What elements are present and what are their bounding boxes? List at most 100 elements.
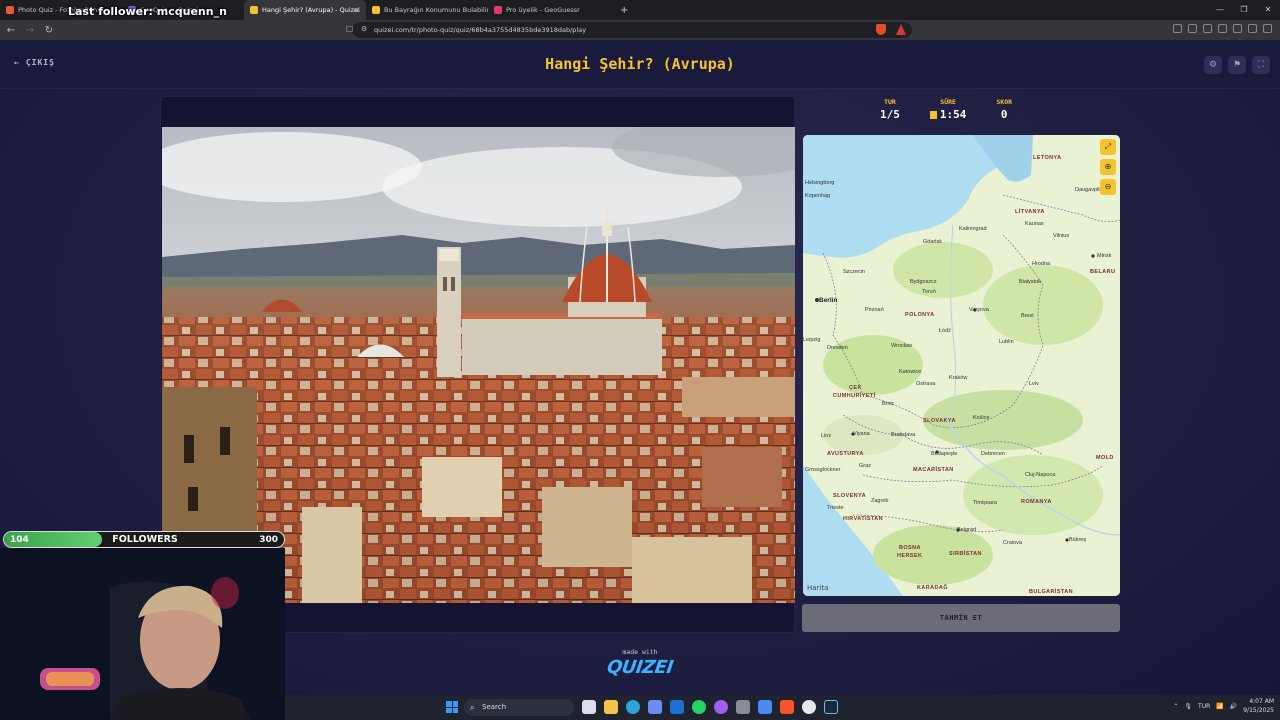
followers-label: FOLLOWERS xyxy=(112,534,178,545)
map-label: BELARU xyxy=(1090,269,1116,275)
round-stat: TUR 1/5 xyxy=(880,98,900,121)
wifi-icon[interactable]: 📶 xyxy=(1216,703,1223,710)
guess-map[interactable]: LETONYA Helsingborg Kopenhag Daugavpils LİTV… xyxy=(803,135,1120,596)
address-bar: ← → ↻ ☐ ⚙ quizei.com/tr/photo-quiz/quiz/… xyxy=(0,20,1280,40)
browser-tab[interactable]: Bu Bayrağın Konumunu Bulabilir Mi... xyxy=(366,0,488,20)
settings-app-icon[interactable] xyxy=(736,700,750,714)
restore-icon[interactable]: ❐ xyxy=(1232,0,1256,20)
score-value: 0 xyxy=(1000,108,1008,121)
task-view-icon[interactable] xyxy=(582,700,596,714)
language-indicator[interactable]: TUR xyxy=(1198,703,1210,710)
taskbar-search-label: Search xyxy=(482,703,507,711)
map-label: BOSNA xyxy=(899,545,921,551)
map-label: MOLD xyxy=(1096,455,1114,461)
map-label: Craiova xyxy=(1003,540,1022,546)
followers-goal-bar: 104 FOLLOWERS 300 xyxy=(3,531,285,548)
followers-goal: 300 xyxy=(259,534,278,545)
file-explorer-icon[interactable] xyxy=(604,700,618,714)
menu-icon[interactable] xyxy=(1263,24,1272,33)
time-stat: SÜRE 1:54 xyxy=(929,98,967,121)
edge-icon[interactable] xyxy=(626,700,640,714)
settings-icon[interactable]: ⚙ xyxy=(1204,56,1222,74)
map-label: Bydgoszcz xyxy=(910,279,937,285)
map-label: Bratislava xyxy=(891,432,916,438)
map-label: KARADAĞ xyxy=(917,585,948,591)
map-label: Kopenhag xyxy=(805,193,831,199)
tab-close-icon[interactable]: ✕ xyxy=(353,6,360,15)
close-window-icon[interactable]: ✕ xyxy=(1256,0,1280,20)
map-label: HERSEK xyxy=(897,553,923,559)
clock[interactable]: 4:07 AM 9/15/2025 xyxy=(1243,697,1274,715)
taskbar-apps xyxy=(582,700,838,714)
browser-tab-active[interactable]: Hangi Şehir? (Avrupa) - Quizei ✕ xyxy=(244,0,366,20)
back-icon[interactable]: ← xyxy=(3,25,19,36)
app-icon[interactable] xyxy=(758,700,772,714)
page-title: Hangi Şehir? (Avrupa) xyxy=(545,55,735,73)
browser-tab[interactable]: Pro üyelik - GeoGuessr xyxy=(488,0,610,20)
brave-icon[interactable] xyxy=(780,700,794,714)
flag-icon[interactable]: ⚑ xyxy=(1228,56,1246,74)
map-label: Gdańsk xyxy=(923,239,942,245)
quizei-logo[interactable]: QUIZEI xyxy=(599,657,682,678)
map-label: Brno xyxy=(882,401,894,407)
extension-icon[interactable] xyxy=(1188,24,1197,33)
map-label: LETONYA xyxy=(1033,155,1062,161)
sidebar-icon[interactable] xyxy=(1218,24,1227,33)
fullscreen-icon[interactable]: ⛶ xyxy=(1252,56,1270,74)
map-label: Vilnius xyxy=(1053,233,1070,239)
tray-chevron-icon[interactable]: ⌃ xyxy=(1173,703,1178,710)
map-label: Wrocław xyxy=(891,343,912,349)
clock-date: 9/15/2025 xyxy=(1243,707,1274,714)
quiz-stats: TUR 1/5 SÜRE 1:54 SKOR 0 xyxy=(880,98,1012,121)
round-label: TUR xyxy=(884,98,896,106)
map-label: Leipzig xyxy=(803,337,821,343)
steam-icon[interactable] xyxy=(824,700,838,714)
round-value: 1/5 xyxy=(880,108,900,121)
chatgpt-icon[interactable] xyxy=(802,700,816,714)
extension-icon[interactable] xyxy=(1173,24,1182,33)
site-info-icon[interactable]: ⚙ xyxy=(361,25,367,33)
tab-favicon-icon xyxy=(372,6,380,14)
volume-icon[interactable]: 🔊 xyxy=(1230,703,1237,710)
media-icon[interactable] xyxy=(1203,24,1212,33)
map-label: Viyana xyxy=(853,431,870,437)
vpn-icon[interactable] xyxy=(1248,24,1257,33)
map-label: Dresden xyxy=(827,345,848,351)
bookmark-icon[interactable]: ☐ xyxy=(346,25,353,34)
tab-label: Hangi Şehir? (Avrupa) - Quizei xyxy=(262,6,360,14)
map-label: SLOVAKYA xyxy=(923,418,956,424)
url-field[interactable]: ☐ ⚙ quizei.com/tr/photo-quiz/quiz/68b4a3… xyxy=(346,22,912,38)
brave-shield-icon[interactable] xyxy=(876,24,886,35)
zoom-in-icon[interactable]: ⊕ xyxy=(1100,159,1116,175)
map-label: Zagreb xyxy=(871,498,889,504)
clock-time: 4:07 AM xyxy=(1249,698,1274,705)
reload-icon[interactable]: ↻ xyxy=(41,25,57,36)
map-label: Toruń xyxy=(922,289,936,295)
mic-icon[interactable]: 🎙 xyxy=(1184,703,1192,710)
messenger-icon[interactable] xyxy=(714,700,728,714)
whatsapp-icon[interactable] xyxy=(692,700,706,714)
wallet-icon[interactable] xyxy=(1233,24,1242,33)
map-label: Graz xyxy=(859,463,871,469)
map-label: POLONYA xyxy=(905,312,935,318)
map-label: Hrodna xyxy=(1032,261,1051,267)
zoom-out-icon[interactable]: ⊖ xyxy=(1100,179,1116,195)
window-controls: — ❐ ✕ xyxy=(1208,0,1280,20)
system-tray: ⌃ 🎙 TUR 📶 🔊 4:07 AM 9/15/2025 xyxy=(1173,697,1274,715)
map-expand-icon[interactable]: ⤢ xyxy=(1100,139,1116,155)
outlook-icon[interactable] xyxy=(670,700,684,714)
new-tab-icon[interactable]: + xyxy=(610,5,638,16)
guess-button[interactable]: TAHMİN ET xyxy=(802,604,1120,632)
minimize-icon[interactable]: — xyxy=(1208,0,1232,20)
map-label: BULGARİSTAN xyxy=(1029,589,1074,595)
map-label: Daugavpils xyxy=(1075,187,1103,193)
map-label: LİTVANYA xyxy=(1015,209,1045,215)
forward-icon[interactable]: → xyxy=(22,25,38,36)
store-icon[interactable] xyxy=(648,700,662,714)
taskbar-search[interactable]: ⌕ Search xyxy=(464,699,574,716)
map-label: Berlin xyxy=(819,297,838,304)
start-menu-icon[interactable] xyxy=(446,701,458,713)
time-value: 1:54 xyxy=(939,108,967,121)
map-label: Varşova xyxy=(969,307,989,313)
last-follower-overlay: Last follower: mcquenn_n xyxy=(68,5,227,18)
